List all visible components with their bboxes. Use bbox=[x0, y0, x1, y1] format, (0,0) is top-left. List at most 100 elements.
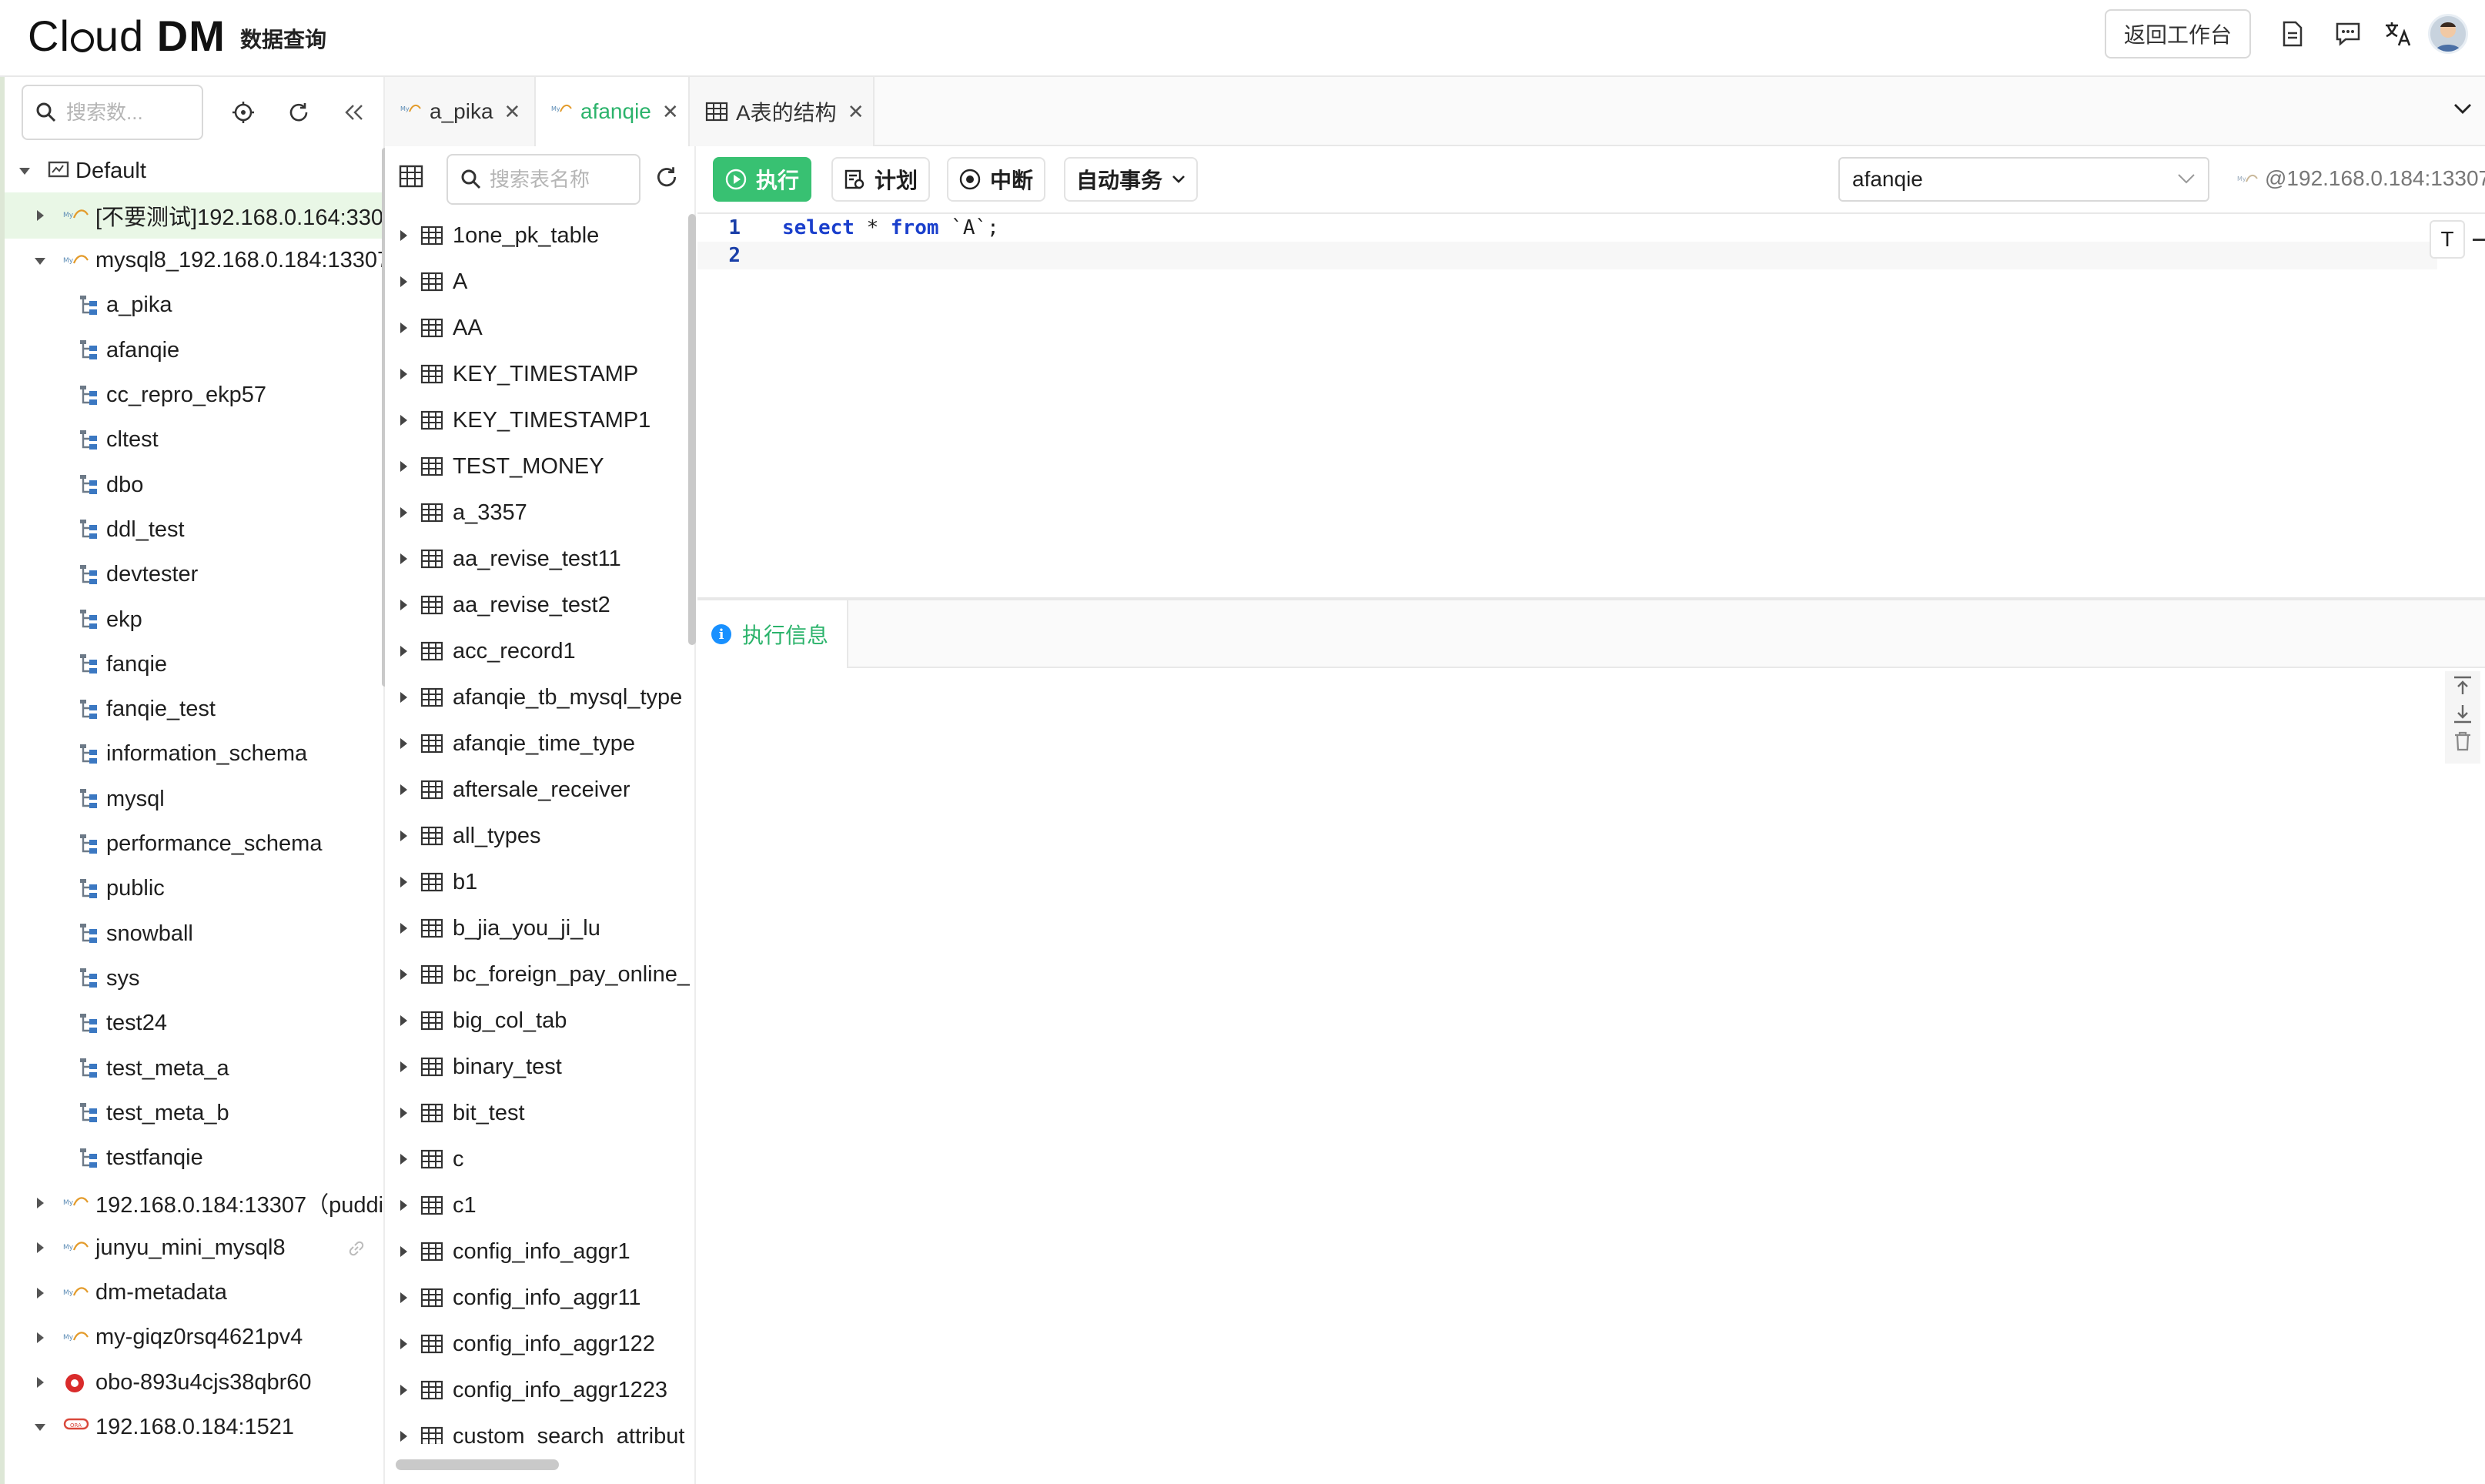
caret-right-icon[interactable] bbox=[397, 1382, 411, 1398]
caret-right-icon[interactable] bbox=[397, 643, 411, 659]
schema-tree-item[interactable]: fanqie bbox=[5, 641, 383, 687]
editor-line[interactable]: 1 select * from `A`; bbox=[697, 214, 2437, 242]
schema-tree-item[interactable]: test_meta_b bbox=[5, 1090, 383, 1136]
schema-tree-item[interactable]: cltest bbox=[5, 417, 383, 463]
caret-right-icon[interactable] bbox=[397, 413, 411, 428]
trash-icon[interactable] bbox=[2451, 730, 2474, 753]
table-list-item[interactable]: config_info_aggr1 bbox=[385, 1228, 690, 1275]
table-list-item[interactable]: c bbox=[385, 1136, 690, 1182]
caret-right-icon[interactable] bbox=[397, 921, 411, 936]
caret-down-icon[interactable] bbox=[32, 1419, 48, 1435]
close-icon[interactable]: ✕ bbox=[848, 100, 865, 124]
table-list-item[interactable]: b_jia_you_ji_lu bbox=[385, 905, 690, 951]
run-button[interactable]: 执行 bbox=[713, 157, 812, 202]
schema-tree-item[interactable]: dbo bbox=[5, 462, 383, 508]
caret-right-icon[interactable] bbox=[397, 320, 411, 336]
caret-right-icon[interactable] bbox=[32, 208, 48, 223]
connection-group-item[interactable]: Default bbox=[5, 148, 383, 194]
stop-button[interactable]: 中断 bbox=[947, 157, 1046, 202]
caret-right-icon[interactable] bbox=[397, 874, 411, 890]
caret-right-icon[interactable] bbox=[397, 1290, 411, 1305]
back-to-workbench-button[interactable]: 返回工作台 bbox=[2105, 9, 2251, 58]
caret-right-icon[interactable] bbox=[32, 1285, 48, 1301]
caret-right-icon[interactable] bbox=[397, 1059, 411, 1075]
caret-right-icon[interactable] bbox=[397, 1013, 411, 1028]
scroll-top-icon[interactable] bbox=[2451, 674, 2474, 697]
database-select[interactable]: afanqie bbox=[1838, 157, 2209, 202]
caret-right-icon[interactable] bbox=[32, 1240, 48, 1255]
caret-right-icon[interactable] bbox=[397, 782, 411, 797]
caret-right-icon[interactable] bbox=[397, 1151, 411, 1167]
sql-editor[interactable]: 1 select * from `A`; 2 T bbox=[697, 214, 2485, 597]
table-list-item[interactable]: aa_revise_test11 bbox=[385, 536, 690, 582]
schema-tree-item[interactable]: ddl_test bbox=[5, 506, 383, 553]
schema-tree-item[interactable]: fanqie_test bbox=[5, 687, 383, 733]
plan-button[interactable]: 计划 bbox=[831, 157, 931, 202]
schema-tree-item[interactable]: information_schema bbox=[5, 731, 383, 777]
tab-afanqie[interactable]: My afanqie ✕ bbox=[536, 77, 690, 146]
schema-tree-item[interactable]: mysql bbox=[5, 776, 383, 822]
caret-right-icon[interactable] bbox=[397, 366, 411, 382]
connection-tree-item[interactable]: My 192.168.0.184:13307（puddi bbox=[5, 1180, 383, 1226]
transaction-mode-dropdown[interactable]: 自动事务 bbox=[1064, 157, 1199, 202]
caret-right-icon[interactable] bbox=[397, 967, 411, 982]
schema-tree-item[interactable]: snowball bbox=[5, 911, 383, 957]
table-view-icon[interactable] bbox=[399, 165, 423, 188]
document-icon[interactable] bbox=[2276, 17, 2309, 51]
table-list-item[interactable]: 1one_pk_table bbox=[385, 212, 690, 259]
table-list-item[interactable]: AA bbox=[385, 305, 690, 351]
schema-tree-item[interactable]: public bbox=[5, 866, 383, 912]
table-search-box[interactable] bbox=[446, 154, 640, 205]
close-icon[interactable]: ✕ bbox=[662, 100, 679, 124]
locate-icon[interactable] bbox=[226, 95, 260, 129]
caret-right-icon[interactable] bbox=[397, 505, 411, 520]
caret-right-icon[interactable] bbox=[397, 736, 411, 751]
panel-resize-handle[interactable] bbox=[2473, 239, 2485, 241]
table-list-item[interactable]: aa_revise_test2 bbox=[385, 582, 690, 628]
schema-tree-item[interactable]: testfanqie bbox=[5, 1135, 383, 1182]
caret-right-icon[interactable] bbox=[397, 1336, 411, 1352]
chevron-down-icon[interactable] bbox=[2453, 102, 2473, 115]
table-list-item[interactable]: afanqie_time_type bbox=[385, 720, 690, 767]
schema-tree-item[interactable]: test_meta_a bbox=[5, 1045, 383, 1091]
connection-tree-item[interactable]: ORA 192.168.0.184:1521 bbox=[5, 1404, 383, 1450]
connection-tree-item[interactable]: My mysql8_192.168.0.184:13307 bbox=[5, 238, 383, 284]
translate-icon[interactable] bbox=[2380, 17, 2414, 51]
schema-tree-item[interactable]: cc_repro_ekp57 bbox=[5, 373, 383, 419]
table-list-item[interactable]: all_types bbox=[385, 813, 690, 859]
caret-right-icon[interactable] bbox=[397, 459, 411, 474]
caret-right-icon[interactable] bbox=[397, 1105, 411, 1121]
schema-tree-item[interactable]: test24 bbox=[5, 1001, 383, 1047]
schema-tree-item[interactable]: afanqie bbox=[5, 327, 383, 373]
caret-right-icon[interactable] bbox=[397, 228, 411, 243]
connection-tree-item[interactable]: obo-893u4cjs38qbr60 bbox=[5, 1359, 383, 1405]
connection-search-box[interactable] bbox=[22, 85, 203, 140]
table-search-input[interactable] bbox=[490, 167, 636, 192]
caret-right-icon[interactable] bbox=[397, 828, 411, 844]
caret-right-icon[interactable] bbox=[32, 1195, 48, 1211]
table-list-item[interactable]: afanqie_tb_mysql_type bbox=[385, 674, 690, 720]
connection-tree-item[interactable]: My [不要测试]192.168.0.164:330 bbox=[5, 192, 383, 239]
table-list-item[interactable]: config_info_aggr11 bbox=[385, 1275, 690, 1321]
table-list-hscrollbar[interactable] bbox=[396, 1459, 559, 1470]
table-list-item[interactable]: custom_search_attribut bbox=[385, 1413, 690, 1444]
table-list-item[interactable]: KEY_TIMESTAMP bbox=[385, 351, 690, 397]
caret-right-icon[interactable] bbox=[397, 551, 411, 567]
table-list-scrollbar[interactable] bbox=[688, 214, 696, 645]
editor-line[interactable]: 2 bbox=[697, 242, 2437, 269]
connection-tree-item[interactable]: My my-giqz0rsq4621pv4 bbox=[5, 1315, 383, 1361]
table-list-item[interactable]: KEY_TIMESTAMP1 bbox=[385, 397, 690, 443]
scroll-bottom-icon[interactable] bbox=[2451, 702, 2474, 725]
refresh-icon[interactable] bbox=[654, 165, 679, 189]
tab-a-table-structure[interactable]: A表的结构 ✕ bbox=[690, 77, 875, 146]
collapse-sidebar-icon[interactable] bbox=[337, 95, 371, 129]
table-list-item[interactable]: acc_record1 bbox=[385, 628, 690, 674]
close-icon[interactable]: ✕ bbox=[504, 100, 521, 124]
caret-right-icon[interactable] bbox=[32, 1330, 48, 1345]
caret-right-icon[interactable] bbox=[397, 1429, 411, 1444]
table-list-item[interactable]: config_info_aggr1223 bbox=[385, 1367, 690, 1413]
user-avatar[interactable] bbox=[2428, 14, 2468, 54]
caret-right-icon[interactable] bbox=[397, 1198, 411, 1213]
schema-tree-item[interactable]: ekp bbox=[5, 597, 383, 643]
schema-tree-item[interactable]: performance_schema bbox=[5, 821, 383, 867]
